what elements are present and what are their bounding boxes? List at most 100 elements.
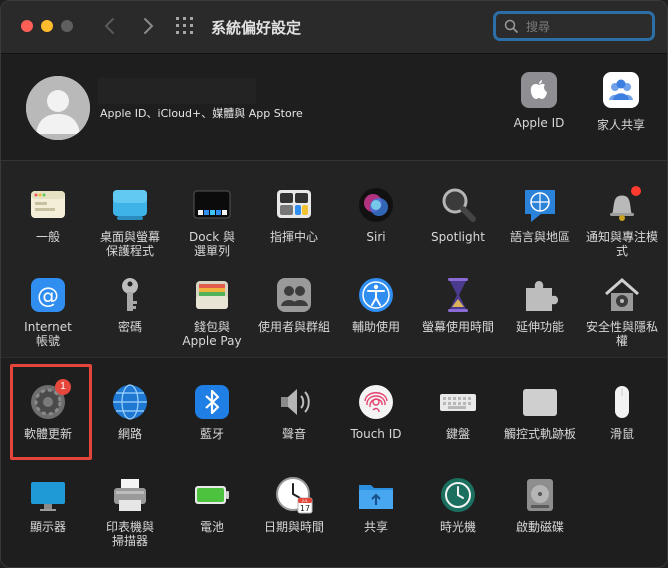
pane-label: 語言與地區 [509,230,570,244]
pane-network[interactable]: 網路 [89,383,171,441]
pane-users-groups[interactable]: 使用者與群組 [253,276,335,334]
chevron-right-icon [144,18,154,34]
pane-label: Siri [366,230,386,244]
pane-displays[interactable]: 顯示器 [7,476,89,534]
back-button[interactable] [99,15,121,37]
pane-label: Internet 帳號 [24,320,72,348]
pane-label: 藍牙 [199,427,224,441]
printer-icon [111,476,149,514]
pane-siri[interactable]: Siri [335,186,417,244]
pane-label: Spotlight [431,230,485,244]
pane-time-machine[interactable]: 時光機 [417,476,499,534]
pane-startup-disk[interactable]: 啟動磁碟 [499,476,581,534]
family-sharing-label: 家人共享 [596,118,645,132]
search-field[interactable] [493,11,655,41]
pane-sharing[interactable]: 共享 [335,476,417,534]
minimize-window-button[interactable] [41,20,53,32]
pane-screen-time[interactable]: 螢幕使用時間 [417,276,499,334]
pane-desktop-screensaver[interactable]: 桌面與螢幕 保護程式 [89,186,171,258]
pane-label: 觸控式軌跡板 [503,427,576,441]
apple-id-pane[interactable]: Apple ID [499,72,579,130]
pane-date-time[interactable]: JUL 17 日期與時間 [253,476,335,534]
pane-touch-id[interactable]: Touch ID [335,383,417,441]
user-silhouette-icon [26,76,90,140]
close-window-button[interactable] [21,20,33,32]
pane-label: 桌面與螢幕 保護程式 [99,230,160,258]
siri-icon [357,186,395,224]
pane-sound[interactable]: 聲音 [253,383,335,441]
pane-label: 啟動磁碟 [515,520,564,534]
display-icon [29,476,67,514]
pane-language-region[interactable]: 語言與地區 [499,186,581,244]
pane-accessibility[interactable]: 輔助使用 [335,276,417,334]
pane-notifications-focus[interactable]: 通知與專注模式 [581,186,663,258]
forward-button[interactable] [137,15,159,37]
zoom-window-button[interactable] [61,20,73,32]
calendar-day-text: 17 [300,504,310,513]
hard-disk-icon [521,476,559,514]
mouse-icon [603,383,641,421]
system-preferences-window: 系統偏好設定 Apple ID、iCloud+、媒體與 App Store Ap… [0,0,668,568]
battery-icon [193,476,231,514]
pane-label: 聲音 [281,427,306,441]
calendar-month-text: JUL [301,499,308,503]
show-all-grid-button[interactable] [176,17,194,35]
family-sharing-pane[interactable]: 家人共享 [581,72,661,133]
avatar[interactable] [26,76,90,140]
svg-text:@: @ [37,284,59,309]
pane-label: 電池 [199,520,224,534]
account-subtitle[interactable]: Apple ID、iCloud+、媒體與 App Store [100,105,303,121]
time-machine-icon [439,476,477,514]
desktop-screensaver-icon [111,186,149,224]
pane-general[interactable]: 一般 [7,186,89,244]
pane-printers-scanners[interactable]: 印表機與 掃描器 [89,476,171,548]
titlebar: 系統偏好設定 [1,1,667,54]
pane-label: 印表機與 掃描器 [105,520,154,548]
pane-label: 錢包與 Apple Pay [182,320,242,348]
pane-extensions[interactable]: 延伸功能 [499,276,581,334]
pane-label: 共享 [363,520,388,534]
pane-label: 指揮中心 [269,230,318,244]
pane-dock-menubar[interactable]: Dock 與 選單列 [171,186,253,258]
fingerprint-icon [357,383,395,421]
pane-mouse[interactable]: 滑鼠 [581,383,663,441]
pane-label: 使用者與群組 [257,320,330,334]
house-lock-icon [603,276,641,314]
pane-label: 延伸功能 [515,320,564,334]
at-sign-icon: @ [29,276,67,314]
key-icon [111,276,149,314]
family-sharing-icon [603,72,639,108]
sharing-folder-icon [357,476,395,514]
clock-icon: JUL 17 [275,476,313,514]
pane-label: Dock 與 選單列 [189,230,235,258]
window-title: 系統偏好設定 [211,19,302,37]
pane-spotlight[interactable]: Spotlight [417,186,499,244]
pane-label: 日期與時間 [263,520,324,534]
users-groups-icon [275,276,313,314]
pane-control-center[interactable]: 指揮中心 [253,186,335,244]
puzzle-icon [521,276,559,314]
pane-label: 一般 [35,230,60,244]
search-input[interactable] [524,17,648,37]
globe-icon [111,383,149,421]
pane-trackpad[interactable]: 觸控式軌跡板 [499,383,581,441]
apple-id-label: Apple ID [513,116,565,130]
pane-label: 網路 [117,427,142,441]
pane-wallet-applepay[interactable]: 錢包與 Apple Pay [171,276,253,348]
pane-internet-accounts[interactable]: @ Internet 帳號 [7,276,89,348]
keyboard-icon [439,383,477,421]
spotlight-icon [439,186,477,224]
pane-label: 輔助使用 [351,320,400,334]
software-update-highlight [10,364,92,460]
bluetooth-icon [193,383,231,421]
pane-keyboard[interactable]: 鍵盤 [417,383,499,441]
pane-bluetooth[interactable]: 藍牙 [171,383,253,441]
accessibility-icon [357,276,395,314]
pane-security-privacy[interactable]: 安全性與隱私權 [581,276,663,348]
pane-label: Touch ID [350,427,402,441]
pane-passwords[interactable]: 密碼 [89,276,171,334]
dock-icon [193,186,231,224]
pane-battery[interactable]: 電池 [171,476,253,534]
language-region-icon [521,186,559,224]
chevron-left-icon [104,18,114,34]
